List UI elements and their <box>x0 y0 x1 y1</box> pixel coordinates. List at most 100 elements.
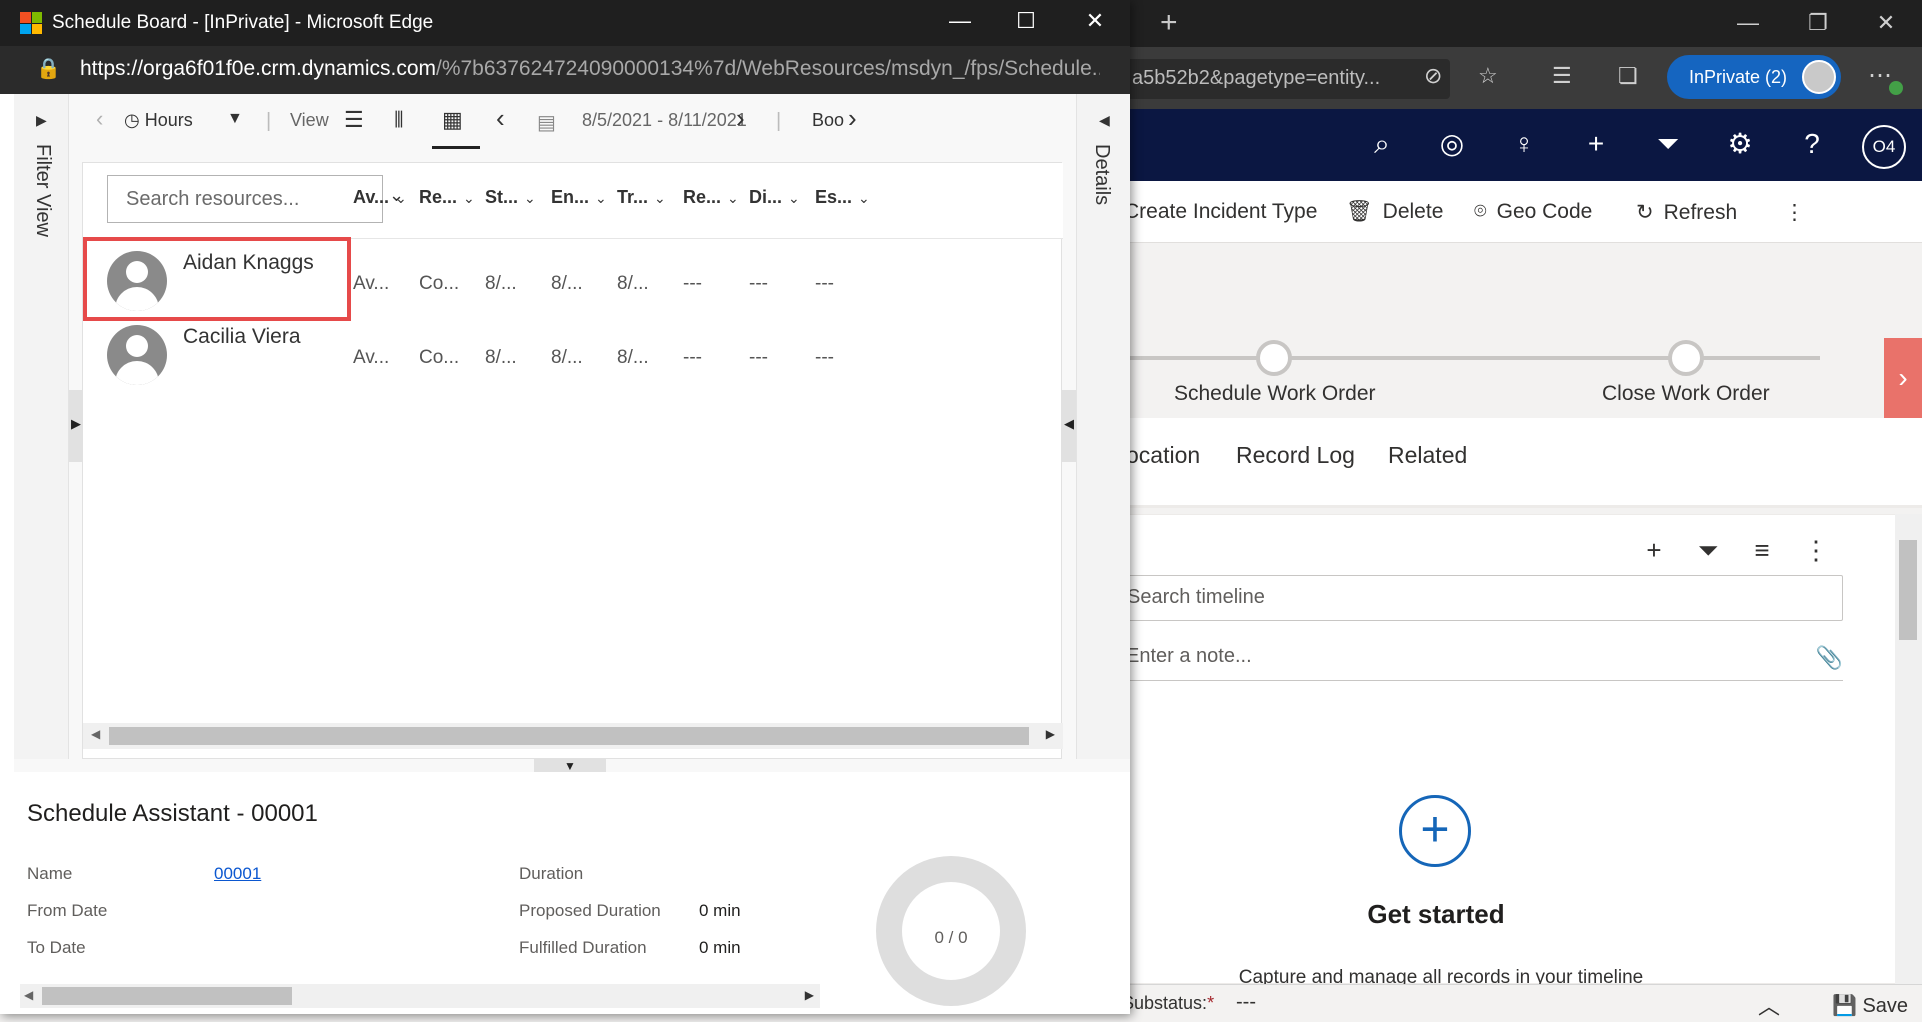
substatus-value[interactable]: --- <box>1236 991 1256 1014</box>
schedule-board-toolbar: ‹ ◷ Hours ▼ | View ☰ ⦀ ▦ ‹ ▤ 8/5/2021 - … <box>82 94 1062 158</box>
assistant-scrollbar-thumb[interactable] <box>42 987 292 1005</box>
add-record-icon[interactable]: + <box>1399 795 1471 867</box>
scroll-right-icon[interactable]: ▶ <box>1046 727 1055 741</box>
tab-location[interactable]: ocation <box>1126 442 1200 469</box>
scroll-right-icon[interactable]: ▶ <box>805 988 814 1002</box>
user-avatar[interactable]: O4 <box>1862 125 1906 169</box>
save-button[interactable]: 💾 Save <box>1832 993 1908 1018</box>
create-incident-type-label: Create Incident Type <box>1124 200 1318 223</box>
timeline-more-icon[interactable]: ⋮ <box>1801 535 1831 566</box>
note-field[interactable]: Enter a note... 📎 <box>1126 645 1843 681</box>
filter-icon[interactable]: ⏷ <box>1648 129 1688 159</box>
scroll-toolbar-right-icon[interactable]: › <box>848 103 857 134</box>
popup-minimize-button[interactable]: — <box>940 8 980 34</box>
lock-icon[interactable]: 🔒 <box>36 56 61 81</box>
column-header-end[interactable]: En... ⌄ <box>551 187 607 208</box>
tab-related[interactable]: Related <box>1388 442 1467 469</box>
timeline-scrollbar[interactable] <box>1895 514 1922 984</box>
details-panel-toggle[interactable]: ◀ <box>1062 390 1076 462</box>
stage-label-schedule[interactable]: Schedule Work Order <box>1174 382 1376 406</box>
delete-button[interactable]: 🗑 Delete <box>1346 200 1443 224</box>
column-header-resource-type[interactable]: Re... ⌄ <box>419 187 475 208</box>
sort-icon[interactable]: ≡ <box>1747 535 1777 566</box>
filter-view-panel[interactable]: ▶ Filter View <box>14 94 69 759</box>
background-url-text: a5b52b2&pagetype=entity... <box>1132 67 1381 89</box>
timeline-filter-icon[interactable]: ⏷ <box>1693 535 1723 567</box>
time-scale-caret-icon[interactable]: ▼ <box>227 110 243 128</box>
search-icon[interactable]: ⌕ <box>1362 129 1402 159</box>
grid-scrollbar-thumb[interactable] <box>109 727 1029 745</box>
vertical-view-icon[interactable]: ⦀ <box>394 107 404 133</box>
grid-view-icon[interactable]: ▦ <box>442 107 463 133</box>
column-header-estimated[interactable]: Es... ⌄ <box>815 187 870 208</box>
column-header-distance[interactable]: Di... ⌄ <box>749 187 800 208</box>
caret-left-icon: ◀ <box>1064 416 1074 431</box>
popup-close-button[interactable]: ✕ <box>1075 8 1115 34</box>
more-commands-button[interactable]: ⋮ <box>1784 200 1805 225</box>
list-view-icon[interactable]: ☰ <box>344 107 364 133</box>
date-range[interactable]: 8/5/2021 - 8/11/2021 <box>582 110 747 131</box>
resource-name[interactable]: Cacilia Viera <box>183 325 301 349</box>
column-header-travel[interactable]: Tr... ⌄ <box>617 187 666 208</box>
task-flow-icon[interactable]: ◎ <box>1432 129 1472 159</box>
calendar-icon[interactable]: ▤ <box>537 110 556 135</box>
resource-name[interactable]: Aidan Knaggs <box>183 251 314 275</box>
next-range-icon[interactable]: › <box>736 103 745 134</box>
next-stage-button[interactable]: › <box>1884 338 1922 418</box>
schedule-board-area: ▶ Filter View ▶ ◀ Details ◀ ‹ ◷ Hours ▼ … <box>14 94 1130 1014</box>
background-restore-button[interactable]: ❐ <box>1798 10 1838 36</box>
caret-right-icon: ▶ <box>71 416 81 431</box>
scroll-left-icon[interactable]: ◀ <box>24 988 33 1002</box>
grid-horizontal-scrollbar[interactable]: ◀ ▶ <box>83 723 1063 749</box>
help-icon[interactable]: ? <box>1792 129 1832 159</box>
previous-range-icon[interactable]: ‹ <box>496 103 505 134</box>
expand-details-icon[interactable]: ◀ <box>1099 112 1110 129</box>
favorites-icon[interactable]: ☰ <box>1552 63 1572 89</box>
lightbulb-icon[interactable]: ♀ <box>1504 129 1544 159</box>
chevron-up-icon[interactable]: ︿ <box>1758 989 1780 1021</box>
filter-panel-toggle[interactable]: ▶ <box>69 390 82 462</box>
timeline-search-field[interactable]: Search timeline <box>1126 575 1843 621</box>
add-favorite-icon[interactable]: ☆ <box>1478 63 1498 89</box>
panel-split-handle[interactable]: ▼ <box>534 759 606 773</box>
create-incident-type-button[interactable]: Create Incident Type <box>1124 200 1317 224</box>
resource-row[interactable]: Aidan Knaggs Av... Co... 8/... 8/... 8/.… <box>83 237 1063 321</box>
stage-node-close[interactable] <box>1668 340 1704 376</box>
column-header-availability[interactable]: Av... ⌄ <box>353 187 407 208</box>
gear-icon[interactable]: ⚙ <box>1720 129 1760 159</box>
avatar-body <box>115 361 159 385</box>
popup-url[interactable]: https://orga6f01f0e.crm.dynamics.com/%7b… <box>80 57 1100 81</box>
inprivate-button[interactable]: InPrivate (2) <box>1667 55 1842 99</box>
time-scale-dropdown[interactable]: ◷ Hours <box>124 110 193 131</box>
book-button[interactable]: Boo <box>812 110 844 131</box>
popup-maximize-button[interactable]: ☐ <box>1006 8 1046 34</box>
column-header-label: En... <box>551 187 590 207</box>
name-link[interactable]: 00001 <box>214 864 261 884</box>
timeline-scrollbar-thumb[interactable] <box>1899 540 1917 640</box>
add-activity-icon[interactable]: + <box>1639 535 1669 566</box>
collections-icon[interactable]: ❏ <box>1618 63 1638 89</box>
background-minimize-button[interactable]: — <box>1728 10 1768 36</box>
clock-icon: ◷ <box>124 110 140 130</box>
stage-label-close[interactable]: Close Work Order <box>1602 382 1770 406</box>
tab-record-log[interactable]: Record Log <box>1236 442 1355 469</box>
attachment-icon[interactable]: 📎 <box>1816 645 1843 671</box>
tracking-prevention-icon[interactable]: ⊘ <box>1424 63 1442 89</box>
geo-code-button[interactable]: ⌾ Geo Code <box>1474 200 1592 224</box>
resource-row[interactable]: Cacilia Viera Av... Co... 8/... 8/... 8/… <box>83 317 1063 391</box>
plus-icon[interactable]: + <box>1576 129 1616 159</box>
scroll-left-icon[interactable]: ◀ <box>91 727 100 741</box>
details-panel[interactable]: ◀ Details <box>1076 94 1130 759</box>
new-tab-button[interactable]: + <box>1160 8 1178 38</box>
expand-filter-icon[interactable]: ▶ <box>36 112 47 129</box>
search-resources-input[interactable] <box>107 175 383 223</box>
stage-node-schedule[interactable] <box>1256 340 1292 376</box>
column-header-remaining[interactable]: Re... ⌄ <box>683 187 739 208</box>
background-url-field[interactable]: a5b52b2&pagetype=entity... <box>1080 59 1450 99</box>
map-pin-icon: ⌾ <box>1474 200 1487 223</box>
assistant-horizontal-scrollbar[interactable]: ◀ ▶ <box>20 984 820 1008</box>
background-close-button[interactable]: ✕ <box>1866 10 1906 36</box>
refresh-button[interactable]: ↻ Refresh <box>1636 200 1737 225</box>
column-header-start[interactable]: St... ⌄ <box>485 187 536 208</box>
cell-end: 8/... <box>551 347 583 368</box>
